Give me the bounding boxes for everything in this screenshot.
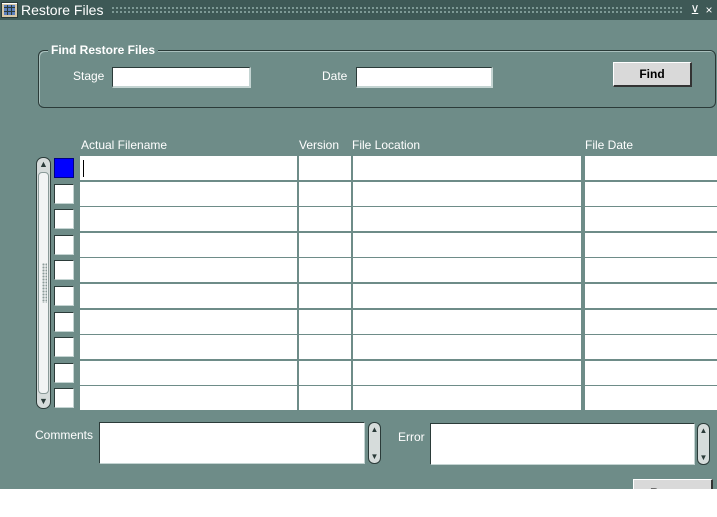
file-date-cell[interactable] [585,181,717,207]
column-header-file-location: File Location [352,138,421,152]
table-row[interactable] [0,207,717,233]
date-field[interactable] [356,67,493,88]
row-selector[interactable] [54,158,74,178]
file-location-cell[interactable] [353,386,581,412]
arrow-up-icon[interactable]: ▲ [698,426,709,435]
version-cell[interactable] [299,284,351,309]
filename-cell[interactable] [80,156,297,181]
filename-cell[interactable] [80,181,297,207]
table-row[interactable] [0,335,717,361]
file-location-cell[interactable] [353,232,581,258]
close-icon[interactable]: × [703,3,715,17]
restore-button[interactable]: Restore [633,479,713,489]
minimize-icon[interactable]: ⊻ [689,3,701,17]
row-selector[interactable] [54,311,74,332]
date-label: Date [322,69,348,83]
table-row[interactable] [0,181,717,208]
version-cell[interactable] [299,258,351,284]
column-header-version: Version [299,138,340,152]
version-cell[interactable] [299,360,351,386]
file-location-cell[interactable] [353,284,581,309]
filename-cell[interactable] [80,207,297,233]
file-date-cell[interactable] [585,386,717,412]
column-header-actual-filename: Actual Filename [81,138,168,152]
error-label: Error [398,430,425,444]
file-date-cell[interactable] [585,309,717,335]
row-selector[interactable] [54,183,74,204]
file-date-cell[interactable] [585,207,717,233]
error-scrollbar[interactable]: ▲ ▼ [697,423,710,465]
comments-field[interactable] [99,422,365,464]
find-button[interactable]: Find [613,62,692,87]
grid-form-icon [1,2,18,18]
file-location-cell[interactable] [353,156,581,181]
column-header-file-date: File Date [585,138,634,152]
table-row[interactable] [0,156,717,182]
comments-label: Comments [35,428,94,442]
file-location-cell[interactable] [353,258,581,284]
table-row[interactable] [0,258,717,284]
table-row[interactable] [0,309,717,336]
arrow-down-icon[interactable]: ▼ [698,453,709,462]
title-bar-pattern [111,5,683,15]
row-selector[interactable] [54,234,74,255]
filename-cell[interactable] [80,284,297,309]
version-cell[interactable] [299,207,351,233]
table-row[interactable] [0,232,717,259]
row-selector[interactable] [54,209,74,230]
version-cell[interactable] [299,309,351,335]
row-selector[interactable] [54,260,74,281]
filename-cell[interactable] [80,360,297,386]
error-field[interactable] [430,423,695,465]
row-selector[interactable] [54,388,74,409]
file-location-cell[interactable] [353,309,581,335]
filename-cell[interactable] [80,386,297,412]
stage-label: Stage [73,69,105,83]
file-date-cell[interactable] [585,335,717,361]
table-row[interactable] [0,360,717,387]
file-location-cell[interactable] [353,207,581,233]
version-cell[interactable] [299,232,351,258]
version-cell[interactable] [299,181,351,207]
file-location-cell[interactable] [353,181,581,207]
filename-cell[interactable] [80,232,297,258]
file-date-cell[interactable] [585,156,717,181]
file-date-cell[interactable] [585,232,717,258]
file-date-cell[interactable] [585,258,717,284]
version-cell[interactable] [299,156,351,181]
file-location-cell[interactable] [353,360,581,386]
filename-cell[interactable] [80,309,297,335]
restore-files-window: Restore Files ⊻ × Find Restore Files Sta… [0,0,717,489]
row-selector[interactable] [54,286,74,306]
filename-cell[interactable] [80,258,297,284]
version-cell[interactable] [299,386,351,412]
file-date-cell[interactable] [585,360,717,386]
window-title: Restore Files [21,2,104,18]
table-row[interactable] [0,386,717,412]
text-cursor [83,160,84,177]
arrow-up-icon[interactable]: ▲ [369,425,380,434]
find-group-legend: Find Restore Files [48,43,159,57]
version-cell[interactable] [299,335,351,361]
comments-scrollbar[interactable]: ▲ ▼ [368,422,381,464]
row-selector[interactable] [54,337,74,358]
row-selector[interactable] [54,362,74,383]
title-bar[interactable]: Restore Files ⊻ × [0,0,717,20]
arrow-down-icon[interactable]: ▼ [369,452,380,461]
stage-field[interactable] [112,67,251,88]
table-row[interactable] [0,284,717,310]
filename-cell[interactable] [80,335,297,361]
file-location-cell[interactable] [353,335,581,361]
file-date-cell[interactable] [585,284,717,309]
